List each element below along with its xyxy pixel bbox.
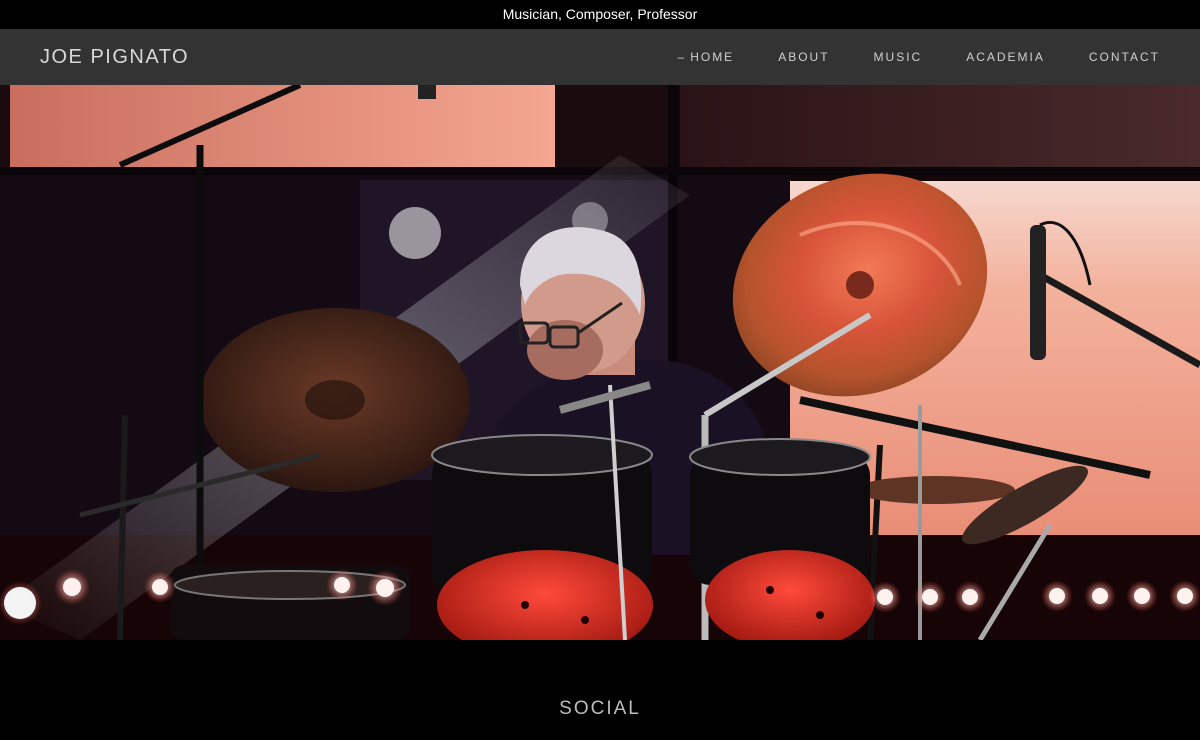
- announcement-bar: Musician, Composer, Professor: [0, 0, 1200, 29]
- social-heading: SOCIAL: [559, 698, 641, 719]
- hero-section: [0, 85, 1200, 640]
- hero-drummer-photo: [0, 85, 1200, 640]
- site-header: JOE PIGNATO – HOME ABOUT MUSIC ACADEMIA C…: [0, 29, 1200, 85]
- nav-link-contact[interactable]: CONTACT: [1089, 29, 1160, 85]
- nav-link-academia[interactable]: ACADEMIA: [966, 29, 1045, 85]
- nav-link-music[interactable]: MUSIC: [874, 29, 923, 85]
- site-title-link[interactable]: JOE PIGNATO: [40, 29, 189, 85]
- announcement-text: Musician, Composer, Professor: [502, 6, 698, 22]
- social-section: SOCIAL: [0, 640, 1200, 740]
- nav-link-about[interactable]: ABOUT: [778, 29, 829, 85]
- nav-label-home: HOME: [690, 50, 735, 64]
- nav-link-home[interactable]: – HOME: [678, 29, 735, 85]
- active-indicator: –: [677, 50, 687, 64]
- main-nav: – HOME ABOUT MUSIC ACADEMIA CONTACT: [634, 29, 1161, 85]
